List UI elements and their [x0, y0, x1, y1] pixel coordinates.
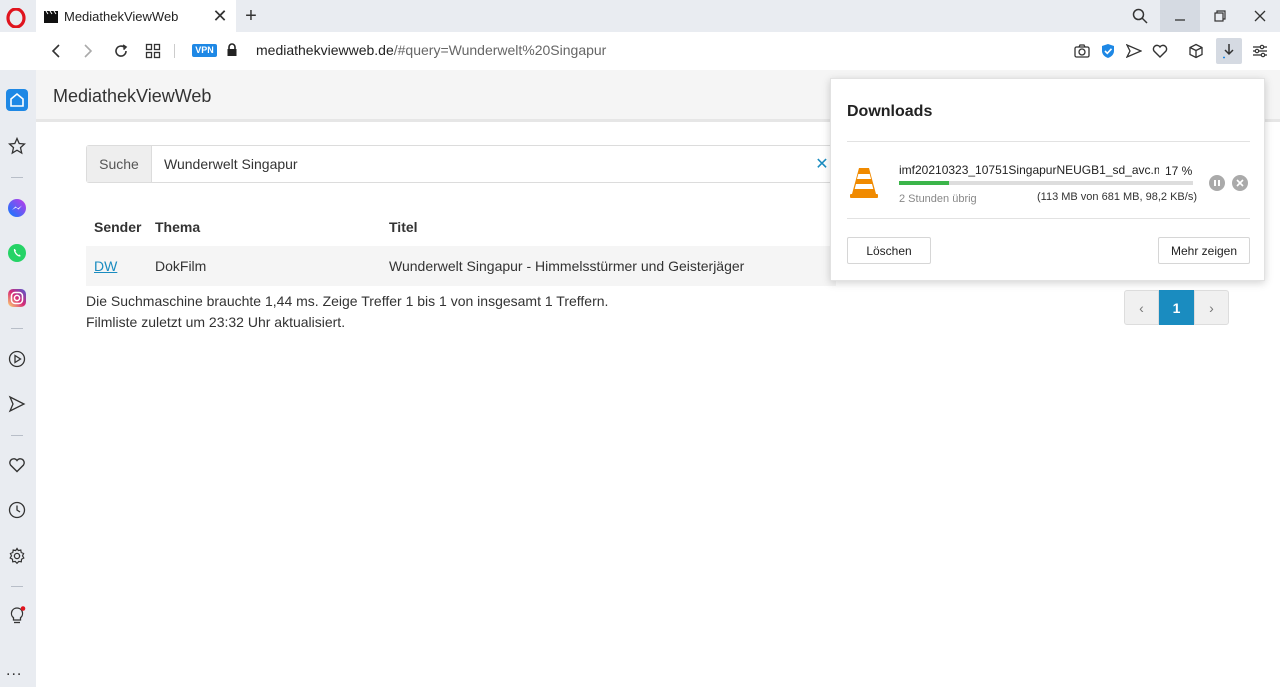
messenger-icon[interactable] — [6, 197, 28, 219]
vpn-badge[interactable]: VPN — [192, 44, 217, 57]
download-icon[interactable] — [1216, 38, 1242, 64]
clear-downloads-button[interactable]: Löschen — [847, 237, 931, 264]
show-more-downloads-button[interactable]: Mehr zeigen — [1158, 237, 1250, 264]
bookmarks-heart-icon[interactable] — [6, 454, 28, 476]
send-flow-icon[interactable] — [6, 393, 28, 415]
tab-strip: MediathekViewWeb ✕ + — [0, 0, 1280, 32]
search-tabs-icon[interactable] — [1120, 0, 1160, 32]
speed-dial-icon[interactable] — [143, 41, 163, 61]
tab-mediathekviewweb[interactable]: MediathekViewWeb ✕ — [36, 0, 236, 32]
column-header-sender[interactable]: Sender — [86, 208, 147, 246]
forward-icon[interactable] — [78, 41, 98, 61]
player-icon[interactable] — [6, 348, 28, 370]
download-time-remaining: 2 Stunden übrig — [899, 193, 977, 205]
send-icon[interactable] — [1124, 41, 1144, 61]
settings-gear-icon[interactable] — [6, 545, 28, 567]
restore-button[interactable] — [1200, 0, 1240, 32]
downloads-divider — [847, 218, 1250, 219]
address-bar: VPN mediathekviewweb.de/#query=Wunderwel… — [36, 32, 1280, 70]
opera-menu-icon[interactable] — [6, 7, 26, 29]
tab-title: MediathekViewWeb — [64, 8, 179, 24]
address-separator — [174, 44, 175, 58]
sidebar-separator — [11, 435, 23, 436]
table-row: DW DokFilm Wunderwelt Singapur - Himmels… — [86, 246, 836, 286]
results-table: Sender Thema Titel DW DokFilm Wunderwelt… — [86, 208, 836, 286]
sidebar-more-icon[interactable]: ... — [6, 662, 22, 680]
camera-icon[interactable] — [1072, 41, 1092, 61]
lightbulb-icon[interactable] — [6, 605, 28, 627]
clapperboard-icon — [44, 10, 58, 23]
window-controls — [1120, 0, 1280, 32]
column-header-thema[interactable]: Thema — [147, 208, 381, 246]
easy-setup-icon[interactable] — [1250, 41, 1270, 61]
url-path: /#query=Wunderwelt%20Singapur — [393, 42, 607, 58]
instagram-icon[interactable] — [6, 287, 28, 309]
search-info: Die Suchmaschine brauchte 1,44 ms. Zeige… — [86, 291, 608, 333]
search-group: Suche — [86, 145, 836, 183]
cube-icon[interactable] — [1186, 41, 1206, 61]
pagination-next-button[interactable]: › — [1194, 290, 1229, 325]
brand-title[interactable]: MediathekViewWeb — [53, 86, 211, 107]
column-header-titel[interactable]: Titel — [381, 208, 836, 246]
sidebar: ... — [0, 70, 36, 687]
vlc-file-icon[interactable] — [849, 165, 879, 199]
search-label: Suche — [87, 146, 152, 182]
cell-titel[interactable]: Wunderwelt Singapur - Himmelsstürmer und… — [381, 246, 836, 286]
download-filename[interactable]: imf20210323_10751SingapurNEUGB1_sd_avc.m… — [899, 163, 1159, 177]
cell-thema[interactable]: DokFilm — [147, 246, 381, 286]
search-input[interactable] — [152, 146, 835, 182]
sidebar-separator — [11, 328, 23, 329]
download-size-info: (113 MB von 681 MB, 98,2 KB/s) — [1037, 191, 1197, 203]
star-icon[interactable] — [6, 135, 28, 157]
pagination-page-1[interactable]: 1 — [1159, 290, 1194, 325]
pagination: ‹ 1 › — [1124, 290, 1229, 325]
downloads-divider — [847, 141, 1250, 142]
sender-link[interactable]: DW — [94, 258, 117, 274]
lock-icon[interactable] — [226, 43, 238, 57]
pagination-prev-button[interactable]: ‹ — [1124, 290, 1159, 325]
close-window-button[interactable] — [1240, 0, 1280, 32]
search-stats-text: Die Suchmaschine brauchte 1,44 ms. Zeige… — [86, 293, 609, 309]
reload-icon[interactable] — [111, 41, 131, 61]
heart-icon[interactable] — [1150, 41, 1170, 61]
tab-close-icon[interactable]: ✕ — [212, 7, 228, 25]
url-field[interactable]: mediathekviewweb.de/#query=Wunderwelt%20… — [256, 42, 606, 58]
sidebar-separator — [11, 586, 23, 587]
pause-icon[interactable] — [1209, 175, 1225, 191]
cell-sender: DW — [86, 246, 147, 286]
cancel-download-icon[interactable] — [1232, 175, 1248, 191]
filmlist-updated-text: Filmliste zuletzt um 23:32 Uhr aktualisi… — [86, 314, 346, 330]
home-icon[interactable] — [6, 89, 28, 111]
downloads-title: Downloads — [847, 103, 933, 120]
download-progress-bar — [899, 181, 1193, 185]
whatsapp-icon[interactable] — [6, 242, 28, 264]
download-progress-fill — [899, 181, 949, 185]
downloads-panel: Downloads imf20210323_10751SingapurNEUGB… — [830, 78, 1265, 281]
minimize-button[interactable] — [1160, 0, 1200, 32]
download-percent: 17 % — [1165, 164, 1193, 178]
back-icon[interactable] — [46, 41, 66, 61]
url-host: mediathekviewweb.de — [256, 42, 394, 58]
search-clear-icon[interactable]: ✕ — [814, 154, 830, 173]
shield-icon[interactable] — [1098, 41, 1118, 61]
sidebar-separator — [11, 177, 23, 178]
history-clock-icon[interactable] — [6, 499, 28, 521]
table-header-row: Sender Thema Titel — [86, 208, 836, 246]
new-tab-button[interactable]: + — [241, 4, 261, 28]
